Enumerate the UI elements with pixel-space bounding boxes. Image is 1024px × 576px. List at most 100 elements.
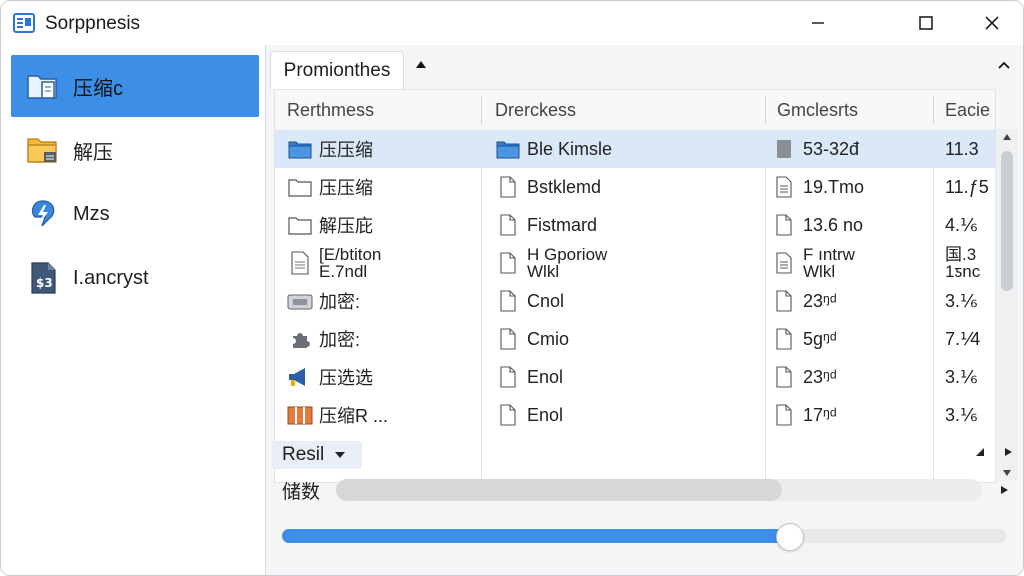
file-icon	[771, 402, 797, 428]
archive-icon	[287, 288, 313, 314]
file-icon	[771, 364, 797, 390]
cell-text: 3.⅙	[945, 366, 978, 387]
cell-text: Enol	[527, 404, 564, 425]
table-cell: 11.3	[945, 130, 979, 168]
table-cell: 3.⅙	[945, 358, 977, 396]
column-header-size[interactable]: Gmclesrts	[777, 90, 858, 130]
slider-thumb[interactable]	[775, 523, 804, 551]
table-cell: 压压缩	[287, 130, 373, 168]
cell-line: Wlkl	[803, 262, 836, 281]
cell-text: 压缩R ...	[319, 406, 389, 426]
cell-text: Enol	[527, 366, 564, 387]
corner-arrow-icon[interactable]	[975, 447, 985, 457]
storage-bar[interactable]	[336, 479, 982, 501]
cell-text: 3.⅙	[945, 404, 978, 425]
cell-text: 11.3	[945, 138, 979, 159]
column-header-extra[interactable]: Eacie	[945, 90, 990, 130]
sort-up-icon[interactable]	[414, 59, 428, 71]
view-dropdown[interactable]: Resil	[272, 441, 362, 469]
cell-text: 解压庇	[319, 216, 373, 236]
sidebar-item-encrypt[interactable]: $3 I.ancryst	[11, 247, 259, 309]
cell-text: H Gporiow Wlkl	[527, 246, 607, 280]
file-icon	[771, 212, 797, 238]
footer-nav	[975, 447, 1013, 457]
maximize-button[interactable]	[903, 7, 949, 39]
cell-text: Fistmard	[527, 214, 598, 235]
play-right-icon[interactable]	[999, 485, 1009, 495]
puzzle-icon	[287, 326, 313, 352]
tab-promionthes[interactable]: Promionthes	[270, 51, 404, 90]
table-cell: 4.⅙	[945, 206, 977, 244]
table-row[interactable]: 解压庇 Fistmard 13.6 no 4.⅙	[275, 206, 995, 244]
file-icon	[495, 364, 521, 390]
level-slider[interactable]	[282, 523, 1006, 551]
cell-text: 19.Tmo	[803, 176, 865, 197]
cell-text: 17ᵑᵈ	[803, 404, 837, 425]
window-title: Sorppnesis	[45, 13, 141, 34]
close-button[interactable]	[969, 7, 1015, 39]
folder-document-icon	[25, 68, 61, 104]
file-icon	[495, 288, 521, 314]
cell-line: Wlkl	[527, 262, 560, 281]
file-lines-icon	[771, 250, 797, 276]
vertical-scrollbar[interactable]	[996, 129, 1018, 481]
table-cell: Fistmard	[495, 206, 597, 244]
sidebar-item-compress[interactable]: 压缩c	[11, 55, 259, 117]
cell-text: 53-32đ	[803, 138, 860, 159]
minimize-button[interactable]	[795, 7, 841, 39]
column-header-name[interactable]: Rerthmess	[287, 90, 374, 130]
sidebar-item-label: I.ancryst	[73, 266, 149, 289]
file-icon	[771, 326, 797, 352]
storage-label: 储数	[282, 482, 321, 503]
cell-text: 7.⅟4	[945, 328, 981, 349]
cell-line: E.7ndl	[319, 262, 368, 281]
table-cell: 19.Tmo	[771, 168, 864, 206]
app-logo-icon	[13, 13, 35, 33]
table-row[interactable]: 加密: Cmio 5gᵑᵈ 7.⅟4	[275, 320, 995, 358]
tab-strip: Promionthes	[266, 45, 1023, 90]
table-cell: 11.ƒ5	[945, 168, 989, 206]
folder-extract-icon	[25, 132, 61, 168]
table-cell: 5gᵑᵈ	[771, 320, 837, 358]
cell-text: 3.⅙	[945, 290, 978, 311]
cell-text: 加密:	[319, 330, 361, 350]
table-cell: F ıntrw Wlkl	[771, 244, 855, 282]
file-icon	[495, 402, 521, 428]
table-row[interactable]: 加密: Cnol 23ᵑᵈ 3.⅙	[275, 282, 995, 320]
sidebar-item-label: 压缩c	[73, 77, 123, 100]
table-row[interactable]: [E/btiton E.7ndl H Gporiow Wlkl F ıntrw Wlkl 国…	[275, 244, 995, 282]
minimize-icon	[812, 22, 824, 24]
table-cell: 17ᵑᵈ	[771, 396, 837, 434]
scroll-thumb[interactable]	[1001, 151, 1013, 291]
table-cell: 23ᵑᵈ	[771, 358, 837, 396]
table-row[interactable]: 压选选 Enol 23ᵑᵈ 3.⅙	[275, 358, 995, 396]
folder-blue-icon	[287, 136, 313, 162]
table-row[interactable]: 压压缩 Bstklemd 19.Tmo 11.ƒ5	[275, 168, 995, 206]
sidebar-item-mzs[interactable]: Mzs	[11, 183, 259, 245]
table-cell: 压缩R ...	[287, 396, 388, 434]
column-header-type[interactable]: Drerckess	[495, 90, 576, 130]
chevron-down-icon	[335, 452, 346, 458]
scroll-up-icon[interactable]	[1002, 133, 1012, 141]
table-row[interactable]: 压压缩 Ble Kimsle 53-32đ 11.3	[275, 130, 995, 168]
file-icon	[495, 174, 521, 200]
cell-line: F ıntrw	[803, 245, 855, 264]
document-icon	[287, 250, 313, 276]
table-cell: 国.3 1ƽnc	[945, 244, 980, 282]
cell-line: [E/btiton	[319, 245, 382, 264]
sidebar: 压缩c 解压 Mzs $3 I.ancryst	[1, 45, 266, 575]
title-bar: Sorppnesis	[1, 1, 1023, 45]
column-divider[interactable]	[481, 96, 482, 124]
file-icon	[771, 288, 797, 314]
table-cell: 13.6 no	[771, 206, 863, 244]
column-divider[interactable]	[765, 96, 766, 124]
package-icon	[287, 402, 313, 428]
script-file-icon: $3	[25, 260, 61, 296]
column-divider[interactable]	[933, 96, 934, 124]
slider-fill	[282, 529, 789, 543]
sidebar-item-extract[interactable]: 解压	[11, 119, 259, 181]
play-right-icon[interactable]	[1003, 447, 1013, 457]
table-row[interactable]: 压缩R ... Enol 17ᵑᵈ 3.⅙	[275, 396, 995, 434]
scroll-down-icon[interactable]	[1002, 469, 1012, 477]
chevron-up-icon[interactable]	[997, 59, 1011, 71]
